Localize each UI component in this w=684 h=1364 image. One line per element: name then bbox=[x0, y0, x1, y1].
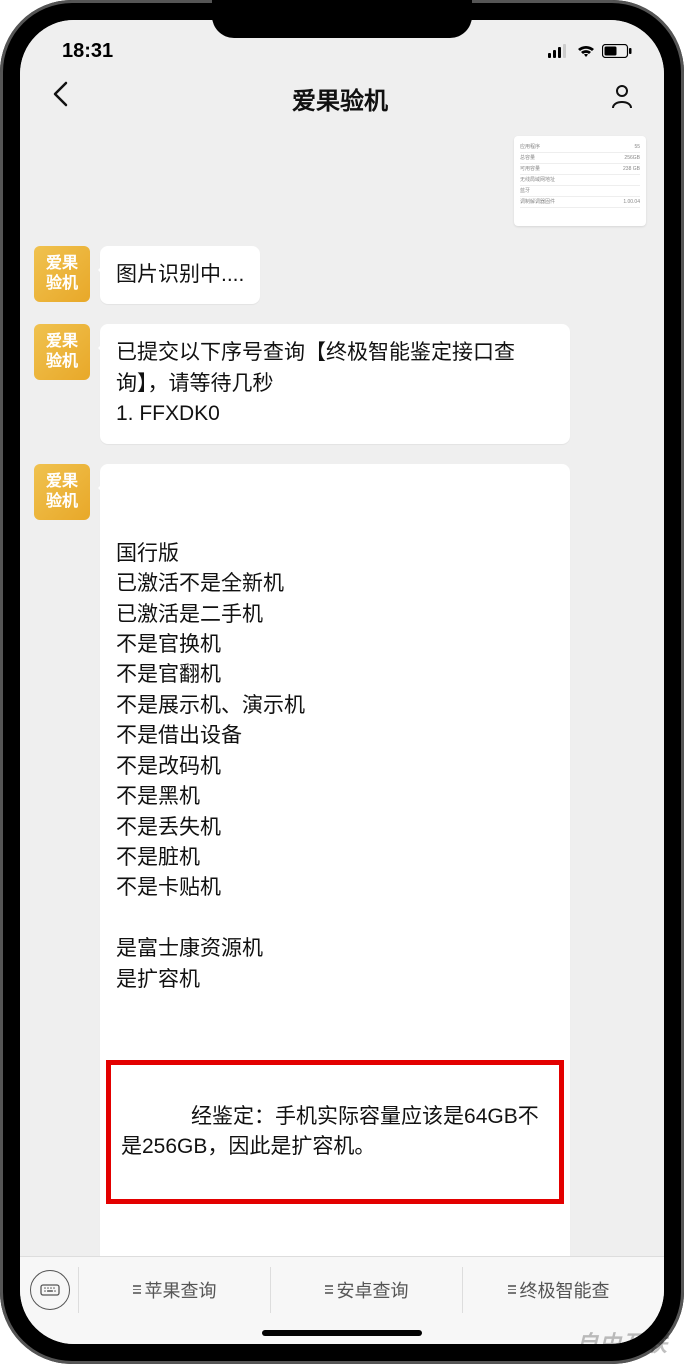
sent-image-row: 应用程序55 总容量256GB 可用容量238 GB 无线局域网地址 蓝牙 调制… bbox=[34, 136, 650, 226]
menu-lines-icon bbox=[133, 1285, 141, 1294]
wifi-icon bbox=[576, 44, 596, 58]
menu-android-query[interactable]: 安卓查询 bbox=[270, 1267, 462, 1313]
page-title: 爱果验机 bbox=[292, 81, 388, 116]
message-bubble[interactable]: 已提交以下序号查询【终极智能鉴定接口查询】，请等待几秒 1. FFXDK0 bbox=[100, 324, 570, 443]
menu-lines-icon bbox=[325, 1285, 333, 1294]
bot-avatar[interactable]: 爱果 验机 bbox=[34, 246, 90, 302]
watermark: 自由互联 bbox=[576, 1326, 668, 1358]
keyboard-toggle-button[interactable] bbox=[30, 1270, 70, 1310]
message-row: 爱果 验机 国行版 已激活不是全新机 已激活是二手机 不是官换机 不是官翻机 不… bbox=[34, 464, 650, 1256]
message-row: 爱果 验机 已提交以下序号查询【终极智能鉴定接口查询】，请等待几秒 1. FFX… bbox=[34, 324, 650, 443]
message-bubble[interactable]: 国行版 已激活不是全新机 已激活是二手机 不是官换机 不是官翻机 不是展示机、演… bbox=[100, 464, 570, 1256]
nav-bar: 爱果验机 bbox=[20, 68, 664, 128]
status-right bbox=[548, 44, 632, 58]
signal-icon bbox=[548, 44, 570, 58]
sent-image-thumbnail[interactable]: 应用程序55 总容量256GB 可用容量238 GB 无线局域网地址 蓝牙 调制… bbox=[514, 136, 646, 226]
back-button[interactable] bbox=[42, 75, 78, 121]
bottom-menu-bar: 苹果查询 安卓查询 终极智能查 bbox=[20, 1256, 664, 1322]
screen: 18:31 爱果验机 bbox=[20, 20, 664, 1344]
result-text-part1: 国行版 已激活不是全新机 已激活是二手机 不是官换机 不是官翻机 不是展示机、演… bbox=[116, 539, 554, 996]
home-indicator[interactable] bbox=[20, 1322, 664, 1344]
bot-avatar[interactable]: 爱果 验机 bbox=[34, 324, 90, 380]
profile-button[interactable] bbox=[602, 77, 642, 120]
chat-area[interactable]: 应用程序55 总容量256GB 可用容量238 GB 无线局域网地址 蓝牙 调制… bbox=[20, 128, 664, 1256]
status-time: 18:31 bbox=[62, 40, 113, 63]
verdict-text: 经鉴定：手机实际容量应该是64GB不是256GB，因此是扩容机。 bbox=[121, 1105, 539, 1158]
verdict-highlight: 经鉴定：手机实际容量应该是64GB不是256GB，因此是扩容机。 bbox=[106, 1060, 564, 1204]
notch bbox=[212, 0, 472, 38]
battery-icon bbox=[602, 44, 632, 58]
menu-smart-query[interactable]: 终极智能查 bbox=[462, 1267, 654, 1313]
message-row: 爱果 验机 图片识别中.... bbox=[34, 246, 650, 304]
bot-avatar[interactable]: 爱果 验机 bbox=[34, 464, 90, 520]
message-bubble[interactable]: 图片识别中.... bbox=[100, 246, 260, 304]
menu-apple-query[interactable]: 苹果查询 bbox=[78, 1267, 270, 1313]
menu-lines-icon bbox=[508, 1285, 516, 1294]
phone-frame: 18:31 爱果验机 bbox=[0, 0, 684, 1364]
